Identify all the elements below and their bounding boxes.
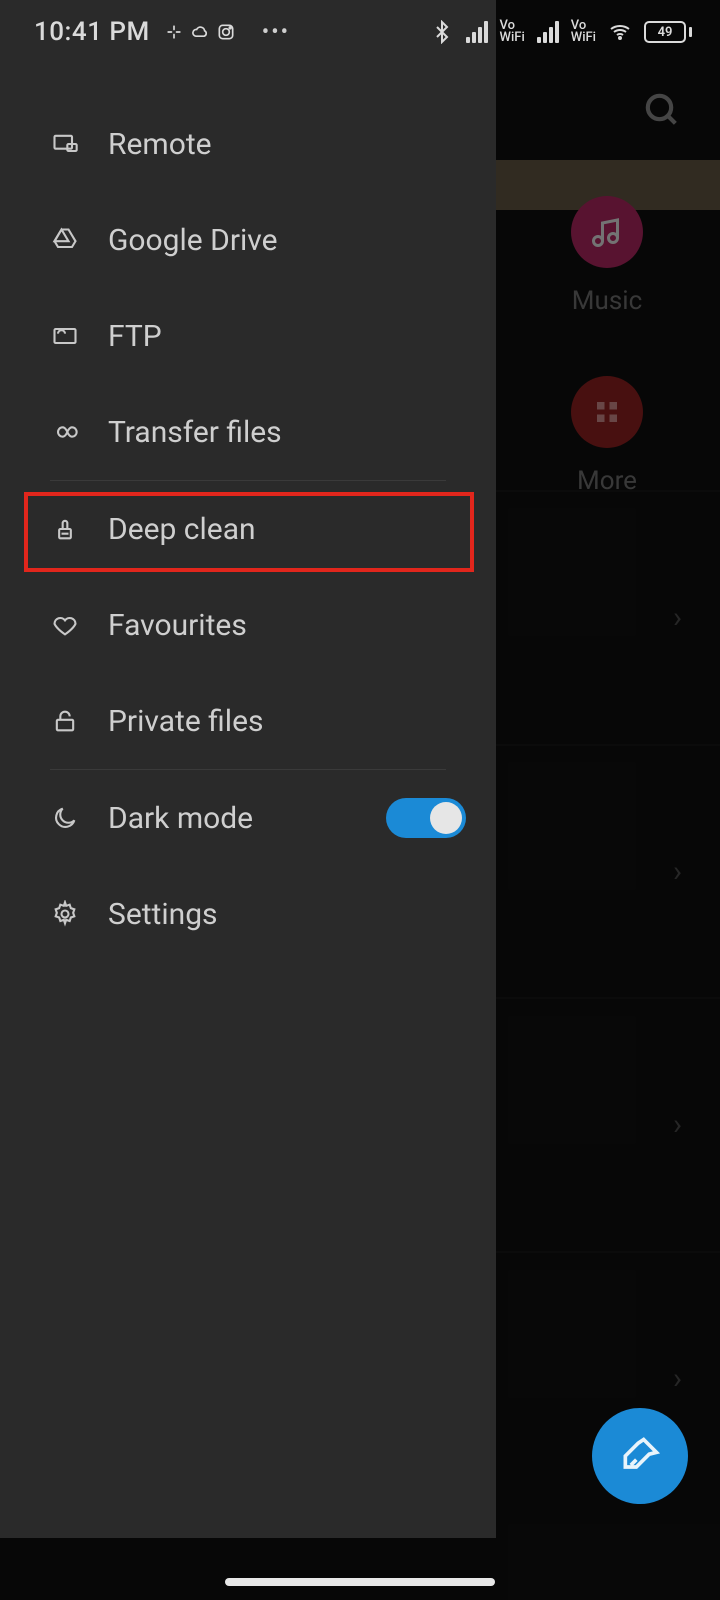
drawer-item-dark-mode: Dark mode	[0, 770, 496, 866]
broom-icon	[50, 514, 80, 544]
vowifi-indicator: VoWiFi	[500, 20, 525, 45]
screen: Music More › › › › Remote	[0, 0, 720, 1600]
drawer-item-label: Settings	[108, 897, 218, 932]
drive-icon	[50, 225, 80, 255]
drawer-item-label: Dark mode	[108, 801, 253, 836]
gear-icon	[50, 899, 80, 929]
heart-icon	[50, 610, 80, 640]
status-bar: 10:41 PM ••• VoWiFi VoWiFi 49	[0, 0, 720, 64]
drawer-item-private[interactable]: Private files	[0, 673, 496, 769]
battery-level: 49	[644, 21, 686, 43]
vowifi-indicator: VoWiFi	[571, 20, 596, 45]
clean-fab[interactable]	[592, 1408, 688, 1504]
drawer-item-label: Transfer files	[108, 415, 282, 450]
drawer-item-label: Deep clean	[108, 512, 256, 547]
signal-icon	[537, 21, 559, 43]
wifi-icon	[608, 20, 632, 44]
ftp-icon	[50, 321, 80, 351]
infinity-icon	[50, 417, 80, 447]
drawer-item-label: Remote	[108, 127, 212, 162]
drawer-item-label: Private files	[108, 704, 264, 739]
drawer-item-deep-clean[interactable]: Deep clean	[0, 481, 496, 577]
signal-icon	[466, 21, 488, 43]
drawer-item-label: Google Drive	[108, 223, 278, 258]
bluetooth-icon	[430, 20, 454, 44]
monitor-icon	[50, 129, 80, 159]
lock-icon	[50, 706, 80, 736]
cloud-icon	[190, 22, 210, 42]
drawer-item-settings[interactable]: Settings	[0, 866, 496, 962]
more-notifications-icon: •••	[262, 20, 290, 45]
drawer-item-ftp[interactable]: FTP	[0, 288, 496, 384]
moon-icon	[50, 803, 80, 833]
navigation-drawer: Remote Google Drive FTP Transfer files	[0, 0, 496, 1538]
gesture-bar[interactable]	[225, 1578, 495, 1586]
drawer-item-google-drive[interactable]: Google Drive	[0, 192, 496, 288]
instagram-icon	[216, 22, 236, 42]
drawer-item-label: Favourites	[108, 608, 247, 643]
dark-mode-toggle[interactable]	[386, 798, 466, 838]
drawer-item-transfer[interactable]: Transfer files	[0, 384, 496, 480]
drawer-item-label: FTP	[108, 319, 162, 354]
battery-indicator: 49	[644, 21, 692, 43]
drawer-item-favourites[interactable]: Favourites	[0, 577, 496, 673]
slack-icon	[164, 22, 184, 42]
status-time: 10:41 PM	[34, 17, 150, 47]
drawer-item-remote[interactable]: Remote	[0, 96, 496, 192]
